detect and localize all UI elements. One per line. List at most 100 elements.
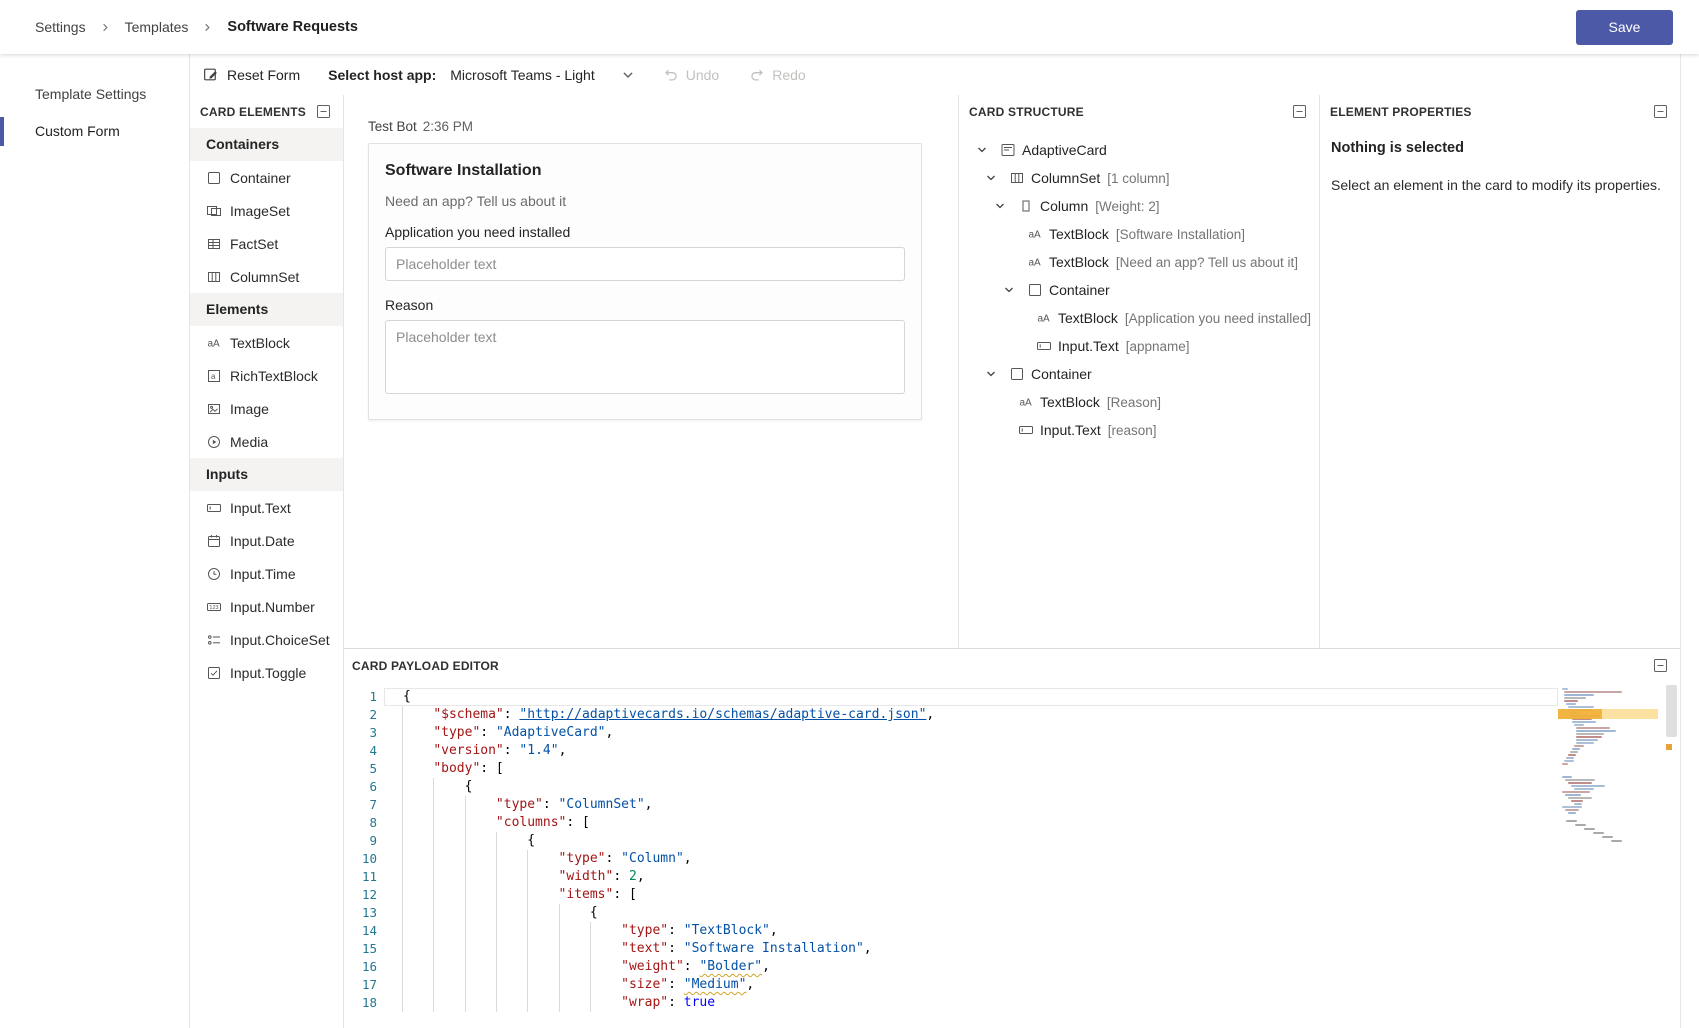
svg-text:aA: aA [208,338,221,349]
tree-node-container[interactable]: Container [959,276,1319,304]
code-line[interactable]: "body": [ [384,760,1558,778]
svg-text:aA: aA [1029,258,1042,269]
reason-input-label: Reason [385,297,905,313]
card-preview-panel: Test Bot2:36 PM Software Installation Ne… [344,95,958,648]
tree-node-column[interactable]: Column[Weight: 2] [959,192,1319,220]
input-date-icon [206,533,222,549]
code-line[interactable]: { [384,778,1558,796]
container-icon [206,170,222,186]
code-line[interactable]: "text": "Software Installation", [384,940,1558,958]
palette-item-input-number[interactable]: 123Input.Number [190,590,343,623]
palette-item-input-toggle[interactable]: Input.Toggle [190,656,343,689]
minimap-line [1564,697,1586,699]
image-icon [206,401,222,417]
code-line[interactable]: "columns": [ [384,814,1558,832]
column-icon [1018,198,1034,214]
redo-button[interactable]: Redo [749,67,805,83]
minimap-line [1562,688,1568,690]
line-number: 7 [344,796,377,814]
breadcrumb-templates[interactable]: Templates [125,19,189,35]
code-line[interactable]: "width": 2, [384,868,1558,886]
adaptive-card-preview[interactable]: Software Installation Need an app? Tell … [368,143,922,420]
collapse-panel-icon[interactable] [1653,104,1668,119]
input-text-icon [1018,422,1034,438]
reason-input[interactable] [385,320,905,394]
palette-item-imageset[interactable]: ImageSet [190,194,343,227]
host-app-dropdown[interactable]: Microsoft Teams - Light [450,67,634,83]
tree-node-annotation: [Software Installation] [1116,227,1245,242]
app-name-input[interactable] [385,247,905,281]
tree-node-annotation: [Weight: 2] [1095,199,1159,214]
chevron-down-icon[interactable] [992,200,1018,212]
chevron-down-icon[interactable] [974,144,1000,156]
input-text-icon [206,500,222,516]
settings-sidebar: Template Settings Custom Form [0,54,190,1028]
tree-node-input-text[interactable]: Input.Text[reason] [959,416,1319,444]
palette-item-container[interactable]: Container [190,161,343,194]
palette-item-input-choiceset[interactable]: Input.ChoiceSet [190,623,343,656]
tree-node-label: Input.Text [1058,338,1119,354]
code-line[interactable]: "weight": "Bolder", [384,958,1558,976]
reset-form-button[interactable]: Reset Form [202,66,300,83]
palette-item-input-text[interactable]: Input.Text [190,491,343,524]
code-line[interactable]: "type": "TextBlock", [384,922,1558,940]
palette-item-input-date[interactable]: Input.Date [190,524,343,557]
palette-item-textblock[interactable]: aATextBlock [190,326,343,359]
code-line[interactable]: { [384,904,1558,922]
minimap[interactable] [1558,684,1658,1028]
breadcrumb-settings[interactable]: Settings [35,19,86,35]
app-input-label: Application you need installed [385,224,905,240]
tree-node-container[interactable]: Container [959,360,1319,388]
tree-node-columnset[interactable]: ColumnSet[1 column] [959,164,1319,192]
palette-item-columnset[interactable]: ColumnSet [190,260,343,293]
sidebar-item-template-settings[interactable]: Template Settings [0,76,189,113]
tree-node-textblock[interactable]: aATextBlock[Software Installation] [959,220,1319,248]
tree-node-input-text[interactable]: Input.Text [appname] [959,332,1319,360]
tree-node-textblock[interactable]: aATextBlock[Application you need install… [959,304,1319,332]
input-toggle-icon [206,665,222,681]
line-number: 3 [344,724,377,742]
code-editor[interactable]: 123456789101112131415161718 { "$schema":… [344,682,1680,1028]
palette-item-factset[interactable]: FactSet [190,227,343,260]
palette-item-label: RichTextBlock [230,368,318,384]
code-line[interactable]: "version": "1.4", [384,742,1558,760]
palette-item-input-time[interactable]: Input.Time [190,557,343,590]
tree-node-annotation: [reason] [1108,423,1157,438]
code-line[interactable]: "type": "AdaptiveCard", [384,724,1558,742]
chevron-down-icon[interactable] [983,172,1009,184]
palette-item-label: Image [230,401,269,417]
palette-item-richtextblock[interactable]: aRichTextBlock [190,359,343,392]
tree-node-textblock[interactable]: aATextBlock[Need an app? Tell us about i… [959,248,1319,276]
redo-icon [749,67,765,83]
palette-item-media[interactable]: Media [190,425,343,458]
code-line[interactable]: "wrap": true [384,994,1558,1012]
line-number: 14 [344,922,377,940]
code-line[interactable]: "$schema": "http://adaptivecards.io/sche… [384,706,1558,724]
tree-node-adaptivecard[interactable]: AdaptiveCard [959,136,1319,164]
tree-node-label: Container [1049,282,1110,298]
undo-button[interactable]: Undo [663,67,719,83]
chevron-down-icon[interactable] [1001,284,1027,296]
tree-node-annotation: [appname] [1126,339,1190,354]
code-line[interactable]: "type": "ColumnSet", [384,796,1558,814]
line-number: 4 [344,742,377,760]
textblock-icon: aA [206,335,222,351]
minimap-line [1566,820,1577,822]
palette-item-image[interactable]: Image [190,392,343,425]
sidebar-item-custom-form[interactable]: Custom Form [0,113,189,150]
code-line[interactable]: "type": "Column", [384,850,1558,868]
collapse-panel-icon[interactable] [316,104,331,119]
code-line[interactable]: "size": "Medium", [384,976,1558,994]
tree-node-textblock[interactable]: aATextBlock[Reason] [959,388,1319,416]
designer-right-column: Test Bot2:36 PM Software Installation Ne… [344,95,1680,1028]
line-number: 10 [344,850,377,868]
code-line[interactable]: { [384,832,1558,850]
host-app-value: Microsoft Teams - Light [450,67,594,83]
collapse-panel-icon[interactable] [1653,658,1668,673]
code-line[interactable]: { [384,688,1558,706]
collapse-panel-icon[interactable] [1292,104,1307,119]
save-button[interactable]: Save [1576,10,1673,45]
code-line[interactable]: "items": [ [384,886,1558,904]
chevron-down-icon[interactable] [983,368,1009,380]
scrollbar-thumb[interactable] [1666,685,1677,737]
